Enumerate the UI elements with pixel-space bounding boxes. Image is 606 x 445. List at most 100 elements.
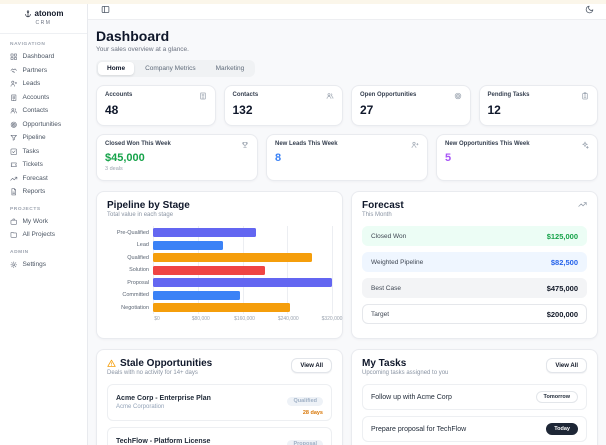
page-title: Dashboard — [96, 28, 170, 45]
app-subname: CRM — [35, 20, 52, 26]
tab-home[interactable]: Home — [98, 62, 135, 76]
sidebar-item-contacts[interactable]: Contacts — [0, 104, 87, 118]
forecast-row-label: Closed Won — [371, 232, 407, 240]
card-closed-won-this-week: Closed Won This Week $45,000 3 deals — [96, 134, 258, 182]
chart-category-label: Qualified — [127, 254, 149, 261]
stat-value: 27 — [360, 103, 374, 118]
stat-value: 132 — [232, 103, 253, 118]
chart-bar-track — [153, 264, 332, 277]
chart-bar-track — [153, 276, 332, 289]
chart-bar — [153, 278, 332, 288]
panel-left-icon — [101, 6, 109, 14]
tasks-view-all-button[interactable]: View All — [546, 358, 587, 374]
sidebar-item-all-projects[interactable]: All Projects — [0, 228, 87, 242]
chart-tick-label: $80,000 — [191, 315, 210, 322]
building-icon — [11, 94, 17, 101]
sidebar-item-forecast[interactable]: Forecast — [0, 172, 87, 186]
dashboard-tabs: Home Company Metrics Marketing — [96, 60, 256, 78]
sidebar-item-label: My Work — [22, 217, 49, 225]
logo-icon — [24, 9, 31, 17]
chart-category-label: Solution — [129, 267, 149, 274]
forecast-row-label: Weighted Pipeline — [371, 258, 424, 266]
users-icon — [326, 93, 334, 100]
stale-opportunity-row[interactable]: TechFlow - Platform LicenseTechFlow Solu… — [107, 427, 332, 445]
stale-view-all-button[interactable]: View All — [291, 358, 332, 374]
chart-subtitle: Total value in each stage — [107, 212, 174, 219]
pipeline-by-stage-panel: Pipeline by Stage Total value in each st… — [96, 191, 343, 340]
theme-toggle-button[interactable] — [582, 3, 596, 17]
sidebar-item-label: All Projects — [22, 231, 56, 239]
stale-opportunity-row[interactable]: Acme Corp - Enterprise Plan Acme Corporat… — [107, 384, 332, 422]
tab-company-metrics[interactable]: Company Metrics — [136, 62, 205, 75]
sidebar-toggle-button[interactable] — [98, 3, 112, 17]
tasks-title: My Tasks — [362, 358, 407, 370]
chart-bar-track — [153, 251, 332, 264]
app-logo: atonom CRM — [0, 0, 87, 34]
stat-label: Accounts — [105, 92, 133, 99]
chart-bar — [153, 253, 313, 263]
briefcase-icon — [10, 218, 17, 225]
sidebar-item-dashboard[interactable]: Dashboard — [0, 50, 87, 64]
trending-up-icon — [10, 176, 18, 181]
forecast-row-closed-won: Closed Won $125,000 — [362, 226, 587, 247]
chart-category-label: Pre-Qualified — [116, 229, 149, 236]
chart-bar-track — [153, 239, 332, 252]
folder-icon — [10, 231, 17, 238]
forecast-rows: Closed Won $125,000 Weighted Pipeline $8… — [362, 226, 587, 325]
bar-chart: Pre-Qualified Lead Qualified Solution Propos… — [107, 226, 333, 314]
stale-title: Stale Opportunities — [120, 358, 213, 370]
stat-label: New Leads This Week — [275, 141, 338, 148]
sidebar-item-partners[interactable]: Partners — [0, 64, 87, 78]
dashboard-content: Dashboard Your sales overview at a glanc… — [88, 20, 606, 445]
chart-gridline — [332, 226, 333, 314]
forecast-title: Forecast — [362, 200, 404, 212]
sidebar-item-label: Opportunities — [22, 120, 62, 128]
forecast-row-weighted-pipeline: Weighted Pipeline $82,500 — [362, 252, 587, 273]
charts-row: Pipeline by Stage Total value in each st… — [96, 191, 598, 340]
sidebar-item-leads[interactable]: Leads — [0, 77, 87, 91]
building-icon — [199, 93, 206, 100]
sidebar-item-label: Accounts — [22, 93, 50, 101]
stats-row: Accounts 48 Contacts 132 Open Opportunit… — [96, 85, 598, 127]
sidebar: atonom CRM Navigation Dashboard Partners… — [0, 0, 88, 445]
user-plus-icon — [411, 142, 419, 149]
sidebar-item-label: Leads — [22, 80, 41, 88]
chart-tick-label: $0 — [154, 315, 160, 322]
moon-icon — [585, 5, 593, 14]
bottom-row: Stale Opportunities Deals with no activi… — [96, 349, 598, 445]
sidebar-item-tasks[interactable]: Tasks — [0, 145, 87, 159]
chart-plot — [153, 226, 333, 314]
target-icon — [454, 93, 461, 100]
user-plus-icon — [10, 80, 18, 87]
sidebar-item-tickets[interactable]: Tickets — [0, 158, 87, 172]
handshake-icon — [10, 68, 17, 73]
chart-category-label: Proposal — [127, 279, 149, 286]
sidebar-item-reports[interactable]: Reports — [0, 185, 87, 199]
chart-bar-track — [153, 301, 332, 314]
sidebar-item-accounts[interactable]: Accounts — [0, 91, 87, 105]
task-row[interactable]: Follow up with Acme Corp Tomorrow — [362, 384, 587, 411]
users-icon — [10, 108, 17, 114]
sidebar-item-pipeline[interactable]: Pipeline — [0, 131, 87, 145]
opportunity-name: Acme Corp - Enterprise Plan — [116, 395, 211, 403]
chart-bar-track — [153, 226, 332, 239]
sidebar-item-label: Settings — [22, 260, 47, 268]
tab-marketing[interactable]: Marketing — [207, 62, 254, 75]
sidebar-item-settings[interactable]: Settings — [0, 258, 87, 272]
app-name: atonom — [34, 9, 64, 18]
stage-badge: Qualified — [287, 396, 323, 406]
sidebar-item-opportunities[interactable]: Opportunities — [0, 118, 87, 132]
forecast-row-label: Target — [371, 310, 390, 318]
task-row[interactable]: Prepare proposal for TechFlow Today — [362, 416, 587, 443]
nav-section-navigation: Navigation — [10, 42, 46, 47]
chart-tick-label: $240,000 — [277, 315, 299, 322]
opportunity-name: TechFlow - Platform License — [116, 438, 211, 445]
task-name: Prepare proposal for TechFlow — [371, 425, 467, 433]
forecast-row-value: $125,000 — [546, 231, 578, 241]
forecast-subtitle: This Month — [362, 212, 392, 219]
sidebar-item-label: Forecast — [22, 174, 48, 182]
stat-label: Closed Won This Week — [105, 141, 171, 148]
stat-card-open-opportunities: Open Opportunities 27 — [351, 85, 471, 127]
sidebar-item-my-work[interactable]: My Work — [0, 215, 87, 229]
stage-badge: Proposal — [287, 439, 323, 445]
